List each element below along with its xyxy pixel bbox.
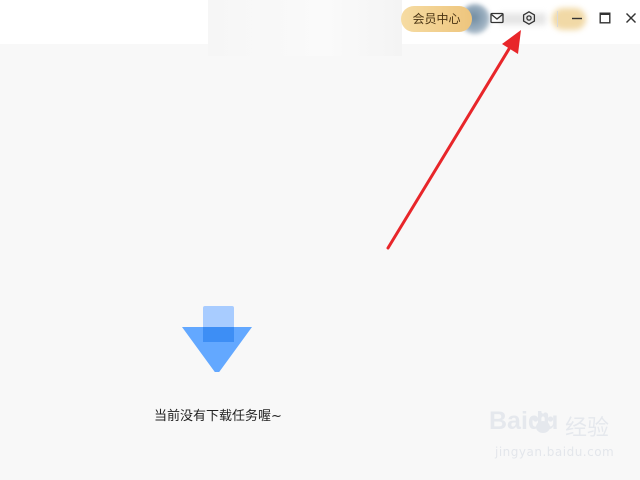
- red-annotation-arrow: [386, 30, 521, 250]
- close-icon: [626, 13, 636, 23]
- maximize-icon: [599, 12, 611, 24]
- mail-button[interactable]: [485, 6, 509, 30]
- minimize-button[interactable]: [565, 6, 589, 30]
- baidu-jingyan-watermark: Baidu 经验 jingyan.baidu.com: [489, 405, 639, 475]
- title-bar: 会员中心: [0, 0, 640, 56]
- mail-icon: [490, 12, 504, 24]
- download-arrow-icon: [182, 306, 252, 372]
- watermark-url: jingyan.baidu.com: [495, 445, 615, 459]
- empty-state-text: 当前没有下载任务喔~: [154, 409, 282, 424]
- maximize-button[interactable]: [593, 6, 617, 30]
- minimize-icon: [572, 17, 582, 20]
- settings-icon: [522, 11, 536, 25]
- download-manager-window: 会员中心 当前没有下载任务喔~ Baidu 经验 jingyan.baidu.c…: [0, 0, 640, 480]
- paw-icon: [532, 412, 554, 433]
- watermark-cn-text: 经验: [565, 416, 610, 441]
- close-button[interactable]: [619, 6, 640, 30]
- titlebar-divider: [557, 11, 558, 27]
- empty-download-state: 当前没有下载任务喔~: [120, 290, 316, 440]
- settings-button[interactable]: [517, 6, 541, 30]
